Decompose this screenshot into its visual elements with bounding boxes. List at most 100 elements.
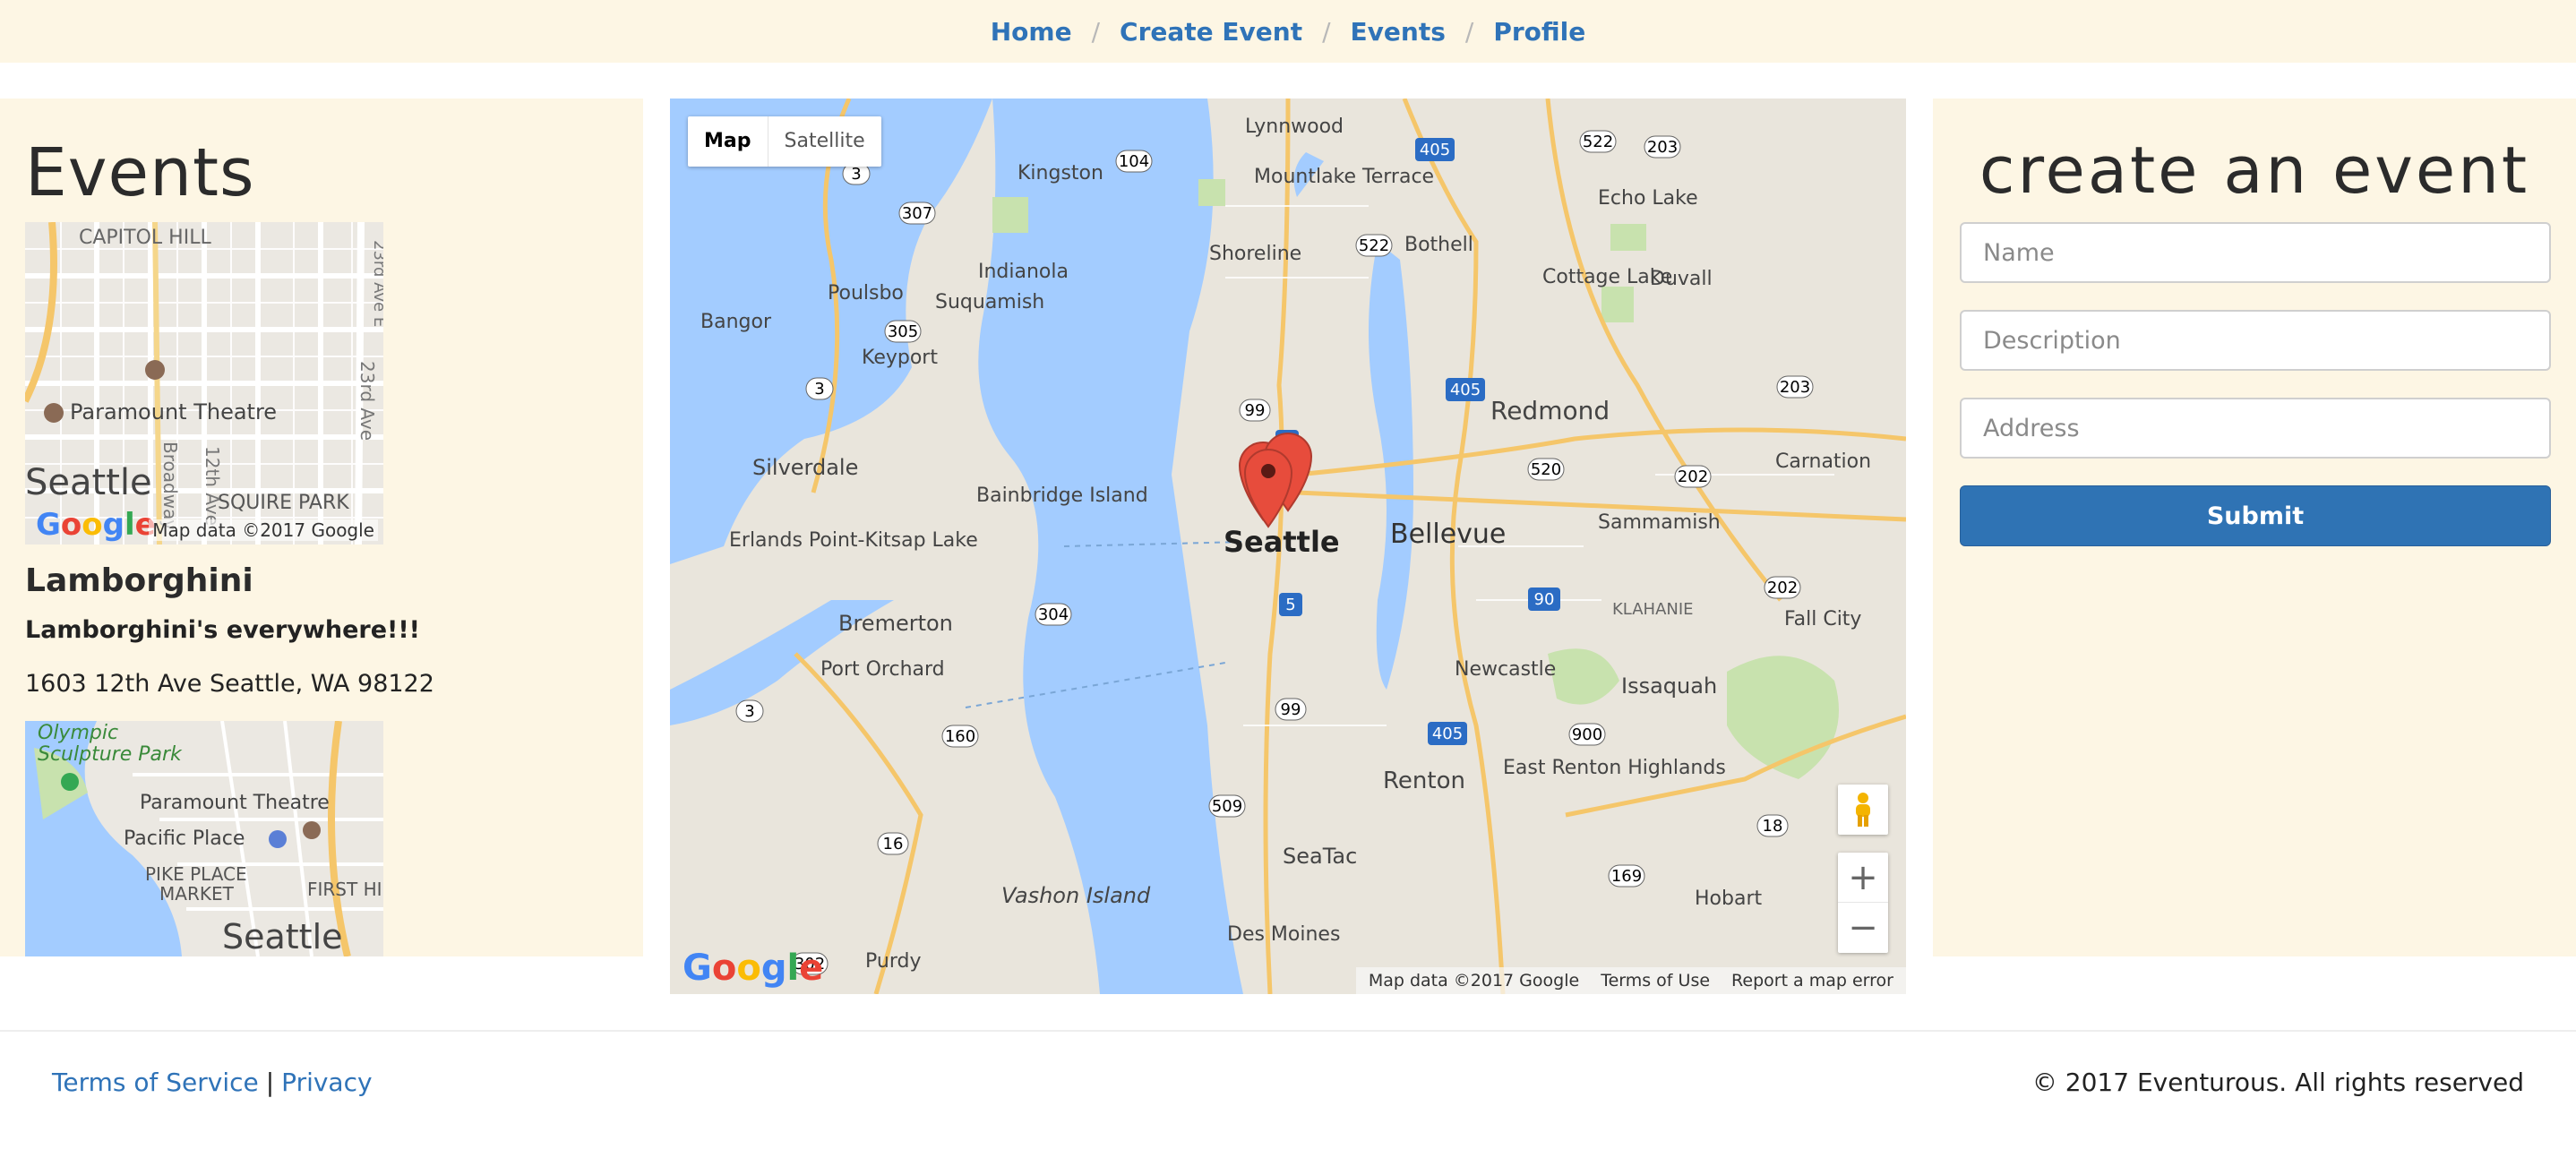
svg-text:12th Ave: 12th Ave <box>202 446 223 526</box>
event-address-input[interactable] <box>1960 398 2551 459</box>
svg-text:KLAHANIE: KLAHANIE <box>1612 600 1694 619</box>
nav-profile-link[interactable]: Profile <box>1493 17 1585 47</box>
map-type-map-button[interactable]: Map <box>688 116 769 167</box>
map-type-control: Map Satellite <box>688 116 881 167</box>
svg-text:Paramount Theatre: Paramount Theatre <box>140 792 330 814</box>
top-nav: Home / Create Event / Events / Profile <box>0 0 2576 63</box>
svg-text:Bangor: Bangor <box>700 311 772 333</box>
svg-text:305: 305 <box>888 322 918 341</box>
event-mini-map[interactable]: CAPITOL HILL Paramount Theatre Seattle S… <box>25 222 383 545</box>
svg-text:Purdy: Purdy <box>865 950 921 973</box>
svg-text:Carnation: Carnation <box>1775 450 1871 473</box>
zoom-out-button[interactable]: − <box>1838 903 1888 953</box>
street-view-pegman-icon[interactable] <box>1838 785 1888 835</box>
zoom-control: + − <box>1838 853 1888 953</box>
svg-text:169: 169 <box>1611 867 1642 886</box>
svg-text:FIRST HIL: FIRST HIL <box>307 879 383 900</box>
svg-text:900: 900 <box>1572 725 1602 744</box>
privacy-link[interactable]: Privacy <box>281 1068 372 1097</box>
svg-text:90: 90 <box>1534 590 1555 609</box>
svg-text:Erlands Point-Kitsap Lake: Erlands Point-Kitsap Lake <box>729 529 978 552</box>
svg-text:23rd Ave E: 23rd Ave E <box>370 240 383 327</box>
copyright-text: © 2017 Eventurous. All rights reserved <box>2031 1068 2524 1097</box>
svg-text:304: 304 <box>1038 605 1069 624</box>
map-type-satellite-button[interactable]: Satellite <box>769 116 881 167</box>
terms-of-use-link[interactable]: Terms of Use <box>1601 971 1710 991</box>
svg-text:PIKE PLACE: PIKE PLACE <box>145 863 247 885</box>
submit-button[interactable]: Submit <box>1960 485 2551 546</box>
svg-text:Bothell: Bothell <box>1404 234 1473 256</box>
svg-text:Fall City: Fall City <box>1784 608 1861 630</box>
svg-text:Indianola: Indianola <box>978 261 1069 283</box>
event-description: Lamborghini's everywhere!!! <box>25 616 420 644</box>
svg-text:Suquamish: Suquamish <box>935 291 1044 313</box>
event-description-input[interactable] <box>1960 310 2551 371</box>
svg-text:520: 520 <box>1531 460 1561 479</box>
events-heading: Events <box>25 134 255 211</box>
terms-of-service-link[interactable]: Terms of Service <box>52 1068 259 1097</box>
svg-text:Silverdale: Silverdale <box>752 455 858 480</box>
svg-text:3: 3 <box>814 380 824 399</box>
nav-separator: / <box>1322 16 1331 47</box>
svg-text:Sculpture Park: Sculpture Park <box>38 743 183 766</box>
svg-text:Seattle: Seattle <box>222 917 343 956</box>
svg-text:5: 5 <box>1285 596 1295 614</box>
svg-text:Hobart: Hobart <box>1695 888 1762 910</box>
svg-text:Kingston: Kingston <box>1018 162 1103 184</box>
map-canvas[interactable]: 104 3 307 305 3 99 5 522 405 522 203 405… <box>670 99 1906 994</box>
nav-separator: / <box>1091 16 1101 47</box>
svg-text:522: 522 <box>1359 236 1389 255</box>
events-map[interactable]: 104 3 307 305 3 99 5 522 405 522 203 405… <box>670 99 1906 994</box>
nav-events-link[interactable]: Events <box>1351 17 1446 47</box>
mini-map-graphic: CAPITOL HILL Paramount Theatre Seattle S… <box>25 222 383 545</box>
svg-text:3: 3 <box>851 165 861 184</box>
google-logo-icon: Google <box>683 948 824 989</box>
nav-home-link[interactable]: Home <box>991 17 1072 47</box>
svg-text:Issaquah: Issaquah <box>1621 673 1717 699</box>
svg-text:CAPITOL HILL: CAPITOL HILL <box>79 227 211 249</box>
svg-text:405: 405 <box>1420 141 1450 159</box>
events-panel: Events CAPITOL HILL Paramount Theatre Se… <box>0 99 643 956</box>
event-mini-map[interactable]: Olympic Sculpture Park Paramount Theatre… <box>25 721 383 956</box>
svg-text:Paramount Theatre: Paramount Theatre <box>70 399 277 425</box>
svg-text:Redmond: Redmond <box>1490 396 1610 425</box>
svg-text:522: 522 <box>1583 133 1613 151</box>
svg-text:Sammamish: Sammamish <box>1598 511 1721 534</box>
svg-text:Des Moines: Des Moines <box>1227 923 1340 946</box>
svg-text:104: 104 <box>1119 152 1149 171</box>
mini-map-graphic: Olympic Sculpture Park Paramount Theatre… <box>25 721 383 956</box>
create-event-panel: create an event Submit <box>1933 99 2576 956</box>
svg-text:307: 307 <box>902 204 932 223</box>
svg-text:23rd Ave: 23rd Ave <box>356 361 378 441</box>
svg-text:Bellevue: Bellevue <box>1390 519 1506 550</box>
map-data-attribution: Map data ©2017 Google <box>1368 971 1580 991</box>
svg-text:Seattle: Seattle <box>25 462 152 503</box>
svg-text:East Renton Highlands: East Renton Highlands <box>1503 757 1726 779</box>
svg-text:Lynnwood: Lynnwood <box>1245 116 1344 138</box>
event-address: 1603 12th Ave Seattle, WA 98122 <box>25 670 434 698</box>
event-name-input[interactable] <box>1960 222 2551 283</box>
zoom-in-button[interactable]: + <box>1838 853 1888 903</box>
footer-links: Terms of Service | Privacy <box>52 1068 373 1097</box>
svg-text:99: 99 <box>1245 401 1266 420</box>
svg-text:Broadway: Broadway <box>159 442 181 530</box>
report-map-error-link[interactable]: Report a map error <box>1731 971 1893 991</box>
svg-text:202: 202 <box>1678 467 1708 486</box>
nav-separator: / <box>1464 16 1474 47</box>
footer-divider <box>0 1030 2576 1032</box>
svg-text:203: 203 <box>1647 138 1678 157</box>
svg-text:203: 203 <box>1780 378 1810 397</box>
svg-text:Pacific Place: Pacific Place <box>124 828 245 850</box>
svg-text:202: 202 <box>1767 579 1798 597</box>
svg-text:18: 18 <box>1763 817 1783 836</box>
svg-text:SeaTac: SeaTac <box>1283 844 1357 869</box>
nav-create-event-link[interactable]: Create Event <box>1120 17 1302 47</box>
svg-text:Olympic: Olympic <box>38 722 118 744</box>
svg-text:Echo Lake: Echo Lake <box>1598 187 1698 210</box>
svg-text:Duvall: Duvall <box>1650 268 1713 290</box>
svg-text:Renton: Renton <box>1383 768 1465 794</box>
svg-text:Keyport: Keyport <box>862 347 938 369</box>
mini-map-attribution: Map data ©2017 Google <box>149 519 378 541</box>
svg-text:16: 16 <box>883 835 904 853</box>
map-attribution-bar: Map data ©2017 Google Terms of Use Repor… <box>1355 967 1906 994</box>
